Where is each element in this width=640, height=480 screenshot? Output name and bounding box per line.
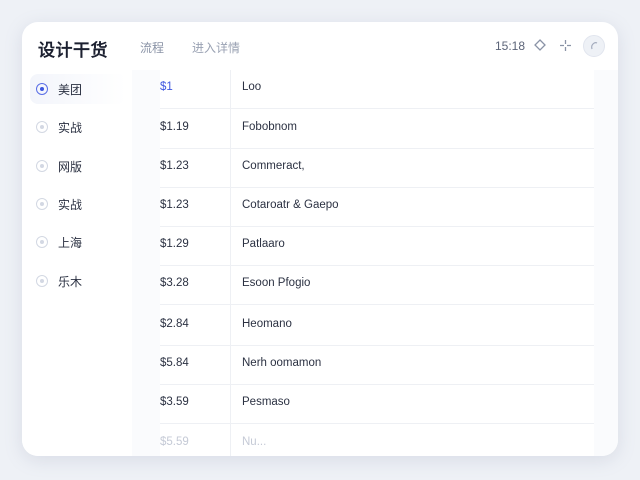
price-cell: $3.59 — [160, 396, 189, 408]
table-row[interactable]: $5.84 Nerh oomamon — [160, 346, 594, 385]
name-cell: Patlaaro — [242, 238, 285, 250]
breadcrumb-item-flow[interactable]: 流程 — [140, 39, 164, 56]
avatar[interactable] — [583, 35, 605, 57]
name-cell: Heomano — [242, 318, 292, 330]
table-row[interactable]: $1 Loo — [160, 70, 594, 109]
price-cell: $1.19 — [160, 121, 189, 133]
table-row[interactable]: $1.29 Patlaaro — [160, 227, 594, 266]
name-cell: Commeract, — [242, 160, 305, 172]
price-list: $1 Loo $1.19 Fobobnom $1.23 Commeract, $… — [160, 70, 594, 456]
table-row[interactable]: $1.19 Fobobnom — [160, 110, 594, 149]
name-cell: Fobobnom — [242, 121, 297, 133]
radio-dot-icon — [36, 121, 48, 133]
sidebar-item-label: 上海 — [58, 235, 83, 250]
clock-time: 15:18 — [495, 39, 526, 53]
name-cell: Pesmaso — [242, 396, 290, 408]
sidebar-item-combat[interactable]: 实战 — [30, 189, 126, 219]
table-row[interactable]: $3.28 Esoon Pfogio — [160, 266, 594, 305]
crosshair-icon[interactable] — [556, 36, 574, 54]
app-window: 设计干货 流程 进入详情 15:18 美团 实战 网版 实战 上海 乐木 $1 … — [22, 22, 618, 456]
header-bar: 设计干货 流程 进入详情 15:18 — [22, 22, 618, 70]
price-cell: $5.84 — [160, 357, 189, 369]
breadcrumb: 流程 进入详情 — [140, 39, 240, 56]
radio-dot-icon — [36, 198, 48, 210]
price-cell: $2.84 — [160, 318, 189, 330]
radio-dot-icon — [36, 275, 48, 287]
table-row[interactable]: $2.84 Heomano — [160, 307, 594, 346]
name-cell: Cotaroatr & Gaepo — [242, 199, 339, 211]
radio-dot-icon — [36, 160, 48, 172]
name-cell: Loo — [242, 81, 262, 93]
price-cell: $3.28 — [160, 277, 189, 289]
sidebar: 美团 实战 网版 实战 上海 乐木 — [22, 70, 130, 456]
app-title: 设计干货 — [38, 41, 108, 60]
sidebar-item-practice[interactable]: 实战 — [30, 112, 126, 142]
sidebar-item-label: 实战 — [58, 120, 83, 135]
radio-dot-icon — [36, 83, 48, 95]
sidebar-item-label: 网版 — [58, 159, 83, 174]
price-cell: $1.29 — [160, 238, 189, 250]
sidebar-item-label: 美团 — [58, 82, 83, 97]
sidebar-item-lemu[interactable]: 乐木 — [30, 266, 126, 296]
sidebar-item-label: 实战 — [58, 197, 83, 212]
table-row[interactable]: $1.23 Cotaroatr & Gaepo — [160, 188, 594, 227]
name-cell: Nerh oomamon — [242, 357, 322, 369]
price-cell: $1 — [160, 81, 173, 93]
table-row[interactable]: $3.59 Pesmaso — [160, 385, 594, 424]
price-cell: $5.59 — [160, 436, 189, 448]
sidebar-item-edition[interactable]: 网版 — [30, 151, 126, 181]
radio-dot-icon — [36, 236, 48, 248]
name-cell: Nu... — [242, 436, 267, 448]
table-row[interactable]: $5.59 Nu... — [160, 425, 594, 456]
price-cell: $1.23 — [160, 160, 189, 172]
breadcrumb-item-details[interactable]: 进入详情 — [192, 39, 240, 56]
table-row[interactable]: $1.23 Commeract, — [160, 149, 594, 188]
name-cell: Esoon Pfogio — [242, 277, 311, 289]
sidebar-item-meituan[interactable]: 美团 — [30, 74, 126, 104]
main-content: $1 Loo $1.19 Fobobnom $1.23 Commeract, $… — [132, 70, 618, 456]
price-cell: $1.23 — [160, 199, 189, 211]
diamond-icon[interactable] — [531, 36, 549, 54]
sidebar-item-shanghai[interactable]: 上海 — [30, 227, 126, 257]
sidebar-item-label: 乐木 — [58, 274, 83, 289]
